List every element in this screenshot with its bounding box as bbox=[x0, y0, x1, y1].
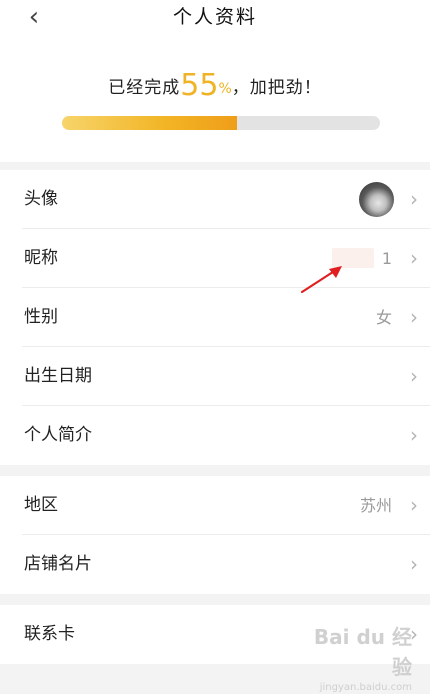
completion-card: 已经完成55%，加把劲！ bbox=[0, 40, 430, 162]
watermark-logo: Bai du 经验 jingyan.baidu.com bbox=[302, 622, 412, 693]
completion-prefix: 已经完成 bbox=[108, 78, 181, 98]
chevron-right-icon: › bbox=[410, 364, 418, 388]
avatar bbox=[359, 182, 394, 217]
row-nickname[interactable]: 昵称 1 › bbox=[0, 229, 430, 288]
row-bio[interactable]: 个人简介 › bbox=[0, 406, 430, 465]
annotation-arrow-icon bbox=[300, 266, 342, 294]
row-bio-label: 个人简介 bbox=[24, 425, 92, 445]
chevron-right-icon: › bbox=[410, 493, 418, 517]
row-contact-card-label: 联系卡 bbox=[24, 624, 75, 644]
row-birthday[interactable]: 出生日期 › bbox=[0, 347, 430, 406]
row-gender-value: 女 bbox=[375, 308, 392, 327]
row-avatar[interactable]: 头像 › bbox=[0, 170, 430, 229]
completion-percent-sign: % bbox=[218, 81, 232, 97]
page-title: 个人资料 bbox=[172, 6, 257, 28]
completion-suffix: ，加把劲！ bbox=[231, 78, 322, 98]
completion-text: 已经完成55%，加把劲！ bbox=[0, 68, 430, 103]
chevron-right-icon: › bbox=[410, 423, 418, 447]
chevron-right-icon: › bbox=[410, 187, 418, 211]
row-shop-card[interactable]: 店铺名片 › bbox=[0, 535, 430, 594]
completion-progress-bar bbox=[62, 116, 380, 130]
watermark-subtext: jingyan.baidu.com bbox=[319, 682, 412, 693]
watermark-text: Bai du 经验 bbox=[313, 625, 412, 679]
profile-basic-group: 头像 › 昵称 1 › 性别 女 › 出生日期 › 个人简介 › bbox=[0, 170, 430, 465]
chevron-right-icon: › bbox=[410, 305, 418, 329]
completion-progress-fill bbox=[62, 116, 237, 130]
row-region[interactable]: 地区 苏州 › bbox=[0, 476, 430, 535]
row-birthday-label: 出生日期 bbox=[24, 366, 92, 386]
chevron-right-icon: › bbox=[410, 246, 418, 270]
row-nickname-value: 1 bbox=[381, 249, 392, 268]
profile-location-group: 地区 苏州 › 店铺名片 › bbox=[0, 476, 430, 594]
chevron-right-icon: › bbox=[410, 552, 418, 576]
completion-percent: 55 bbox=[180, 68, 219, 103]
row-nickname-label: 昵称 bbox=[24, 248, 58, 268]
row-gender-label: 性别 bbox=[24, 307, 58, 327]
top-bar: ‹ 个人资料 bbox=[0, 0, 430, 40]
row-region-label: 地区 bbox=[24, 495, 58, 515]
row-region-value: 苏州 bbox=[359, 496, 392, 515]
row-avatar-label: 头像 bbox=[24, 189, 58, 209]
row-gender[interactable]: 性别 女 › bbox=[0, 288, 430, 347]
row-shop-card-label: 店铺名片 bbox=[24, 554, 92, 574]
